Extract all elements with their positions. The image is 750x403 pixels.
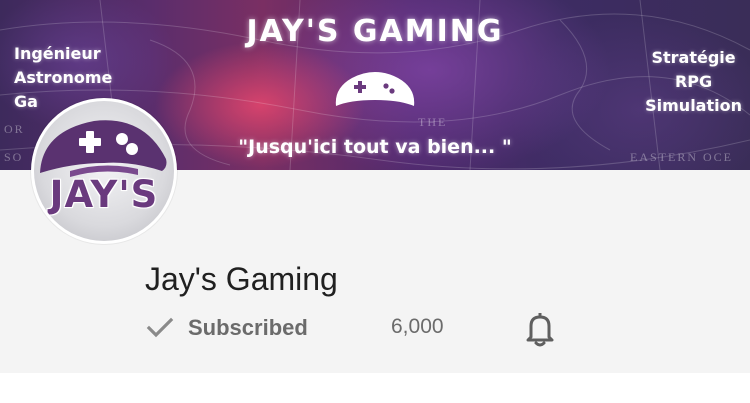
banner-title: JAY'S GAMING <box>246 14 504 49</box>
banner-right-item: Stratégie <box>651 48 736 67</box>
bell-icon[interactable] <box>522 310 558 348</box>
banner-left-item: Ingénieur <box>14 44 101 63</box>
channel-avatar[interactable]: JAY'S <box>31 98 177 244</box>
banner-right-list: Stratégie RPG Simulation <box>645 46 742 118</box>
subscribed-button[interactable]: Subscribed <box>146 310 346 346</box>
mushroom-logo-icon <box>40 120 167 177</box>
subscribe-row: Subscribed 6,000 <box>146 310 566 348</box>
banner-right-item: Simulation <box>645 96 742 115</box>
channel-name: Jay's Gaming <box>145 261 338 297</box>
subscriber-count: 6,000 <box>391 315 444 338</box>
subscribed-label: Subscribed <box>188 315 308 340</box>
check-icon <box>146 317 174 338</box>
banner-right-item: RPG <box>674 72 713 91</box>
map-label: THE <box>418 115 448 129</box>
map-label: OR <box>4 122 25 136</box>
avatar-image: JAY'S <box>34 101 174 241</box>
banner-left-item: Astronome <box>14 68 113 87</box>
mushroom-controller-logo <box>335 72 415 106</box>
avatar-text: JAY'S <box>49 173 159 216</box>
